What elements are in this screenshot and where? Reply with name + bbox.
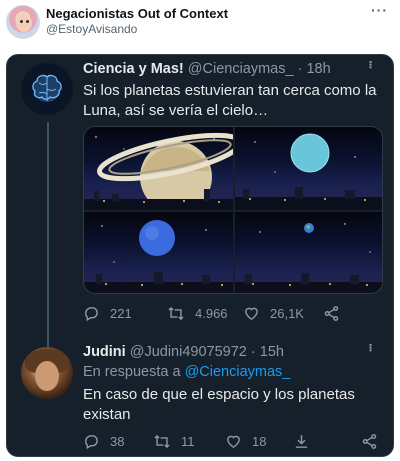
retweet-icon (168, 306, 184, 321)
author-name[interactable]: Ciencia y Mas! (83, 61, 184, 77)
reply-count: 221 (110, 306, 132, 321)
avatar[interactable] (21, 63, 73, 115)
avatar-face (35, 361, 59, 391)
heart-icon (245, 307, 258, 321)
avatar[interactable] (21, 347, 73, 399)
reply-button[interactable]: 221 (83, 305, 132, 322)
retweet-count: 4.966 (195, 306, 228, 321)
separator: · (246, 344, 260, 360)
retweet-count: 11 (181, 434, 195, 449)
more-options-icon[interactable]: ··· (371, 2, 388, 18)
author-handle[interactable]: @Judini49075972 (130, 344, 247, 360)
timestamp[interactable]: 15h (260, 344, 284, 360)
tweet-header: Judini @Judini49075972 · 15h (83, 344, 284, 360)
avatar-eye (26, 20, 29, 23)
separator: · (293, 61, 307, 77)
media-grid[interactable] (83, 126, 383, 294)
share-button[interactable] (361, 433, 388, 450)
retweet-button[interactable]: 11 (153, 433, 195, 450)
media-image-neptune[interactable] (84, 212, 233, 293)
tweet-actions: 221 4.966 26,1K (83, 305, 383, 325)
like-button[interactable]: 26,1K (243, 305, 304, 322)
share-icon (324, 306, 339, 321)
share-icon (362, 434, 377, 449)
download-button[interactable] (293, 433, 320, 450)
share-button[interactable] (323, 305, 350, 322)
timestamp[interactable]: 18h (306, 61, 330, 77)
download-icon (295, 435, 308, 448)
reply-mention-link[interactable]: @Cienciaymas_ (185, 364, 291, 380)
brain-icon (32, 74, 62, 101)
embedded-tweet-card[interactable]: Ciencia y Mas! @Cienciaymas_ · 18h ··· S… (6, 54, 394, 457)
author-name[interactable]: Judini (83, 344, 126, 360)
like-count: 26,1K (270, 306, 304, 321)
tweet-text: En caso de que el espacio y los planetas… (83, 386, 355, 423)
account-handle[interactable]: @EstoyAvisando (46, 22, 137, 36)
more-options-icon[interactable]: ··· (363, 343, 379, 351)
like-button[interactable]: 18 (225, 433, 266, 450)
media-image-saturn[interactable] (84, 127, 233, 210)
avatar-face (16, 14, 32, 32)
like-count: 18 (252, 434, 267, 449)
author-handle[interactable]: @Cienciaymas_ (188, 61, 294, 77)
reply-context: En respuesta a @Cienciaymas_ (83, 364, 290, 380)
heart-icon (227, 435, 240, 449)
more-options-icon[interactable]: ··· (363, 60, 379, 68)
saturn-image (84, 132, 233, 210)
reply-count: 38 (110, 434, 125, 449)
earth-image (235, 223, 382, 293)
uranus-image (235, 133, 382, 210)
media-image-earth[interactable] (235, 212, 382, 293)
neptune-image (84, 220, 233, 293)
media-image-uranus[interactable] (235, 127, 382, 210)
reply-prefix: En respuesta a (83, 364, 185, 380)
reply-icon (85, 307, 98, 322)
retweet-icon (154, 434, 170, 449)
avatar[interactable] (6, 5, 40, 39)
quote-header: Negacionistas Out of Context @EstoyAvisa… (0, 0, 400, 46)
reply-icon (85, 435, 98, 450)
avatar-eye (20, 20, 23, 23)
tweet-header: Ciencia y Mas! @Cienciaymas_ · 18h (83, 61, 331, 77)
account-name[interactable]: Negacionistas Out of Context (46, 6, 228, 21)
thread-line (47, 122, 49, 374)
tweet-text: Si los planetas estuvieran tan cerca com… (83, 82, 377, 119)
reply-button[interactable]: 38 (83, 433, 124, 450)
tweet-actions: 38 11 18 (83, 433, 383, 453)
retweet-button[interactable]: 4.966 (167, 305, 228, 322)
